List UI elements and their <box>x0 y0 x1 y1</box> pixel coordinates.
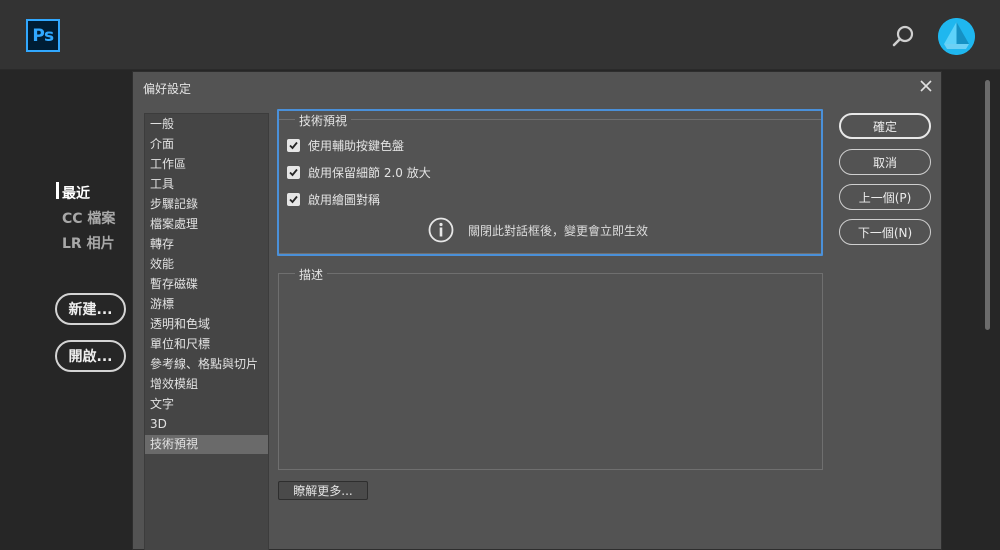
restart-notice: 關閉此對話框後，變更會立即生效 <box>428 217 648 243</box>
category-export[interactable]: 轉存 <box>145 235 268 254</box>
cancel-button[interactable]: 取消 <box>839 149 931 175</box>
open-file-button[interactable]: 開啟... <box>55 340 126 372</box>
next-button[interactable]: 下一個(N) <box>839 219 931 245</box>
previous-button[interactable]: 上一個(P) <box>839 184 931 210</box>
category-transparency-gamut[interactable]: 透明和色域 <box>145 315 268 334</box>
search-icon[interactable] <box>890 24 916 50</box>
checkbox-modifier-palette[interactable] <box>287 139 300 152</box>
category-units-rulers[interactable]: 單位和尺標 <box>145 335 268 354</box>
category-cursors[interactable]: 游標 <box>145 295 268 314</box>
user-avatar[interactable] <box>938 18 975 55</box>
nav-item-cc-files[interactable]: CC 檔案 <box>62 208 115 228</box>
checkbox-label: 啟用繪圖對稱 <box>308 193 381 207</box>
nav-item-lr-photos[interactable]: LR 相片 <box>62 233 115 253</box>
checkbox-row-paint-symmetry[interactable]: 啟用繪圖對稱 <box>287 191 380 208</box>
category-general[interactable]: 一般 <box>145 115 268 134</box>
learn-more-button[interactable]: 瞭解更多... <box>278 481 368 500</box>
close-icon[interactable] <box>918 78 934 94</box>
checkbox-row-modifier-palette[interactable]: 使用輔助按鍵色盤 <box>287 137 404 154</box>
checkmark-icon <box>289 168 298 177</box>
photoshop-logo: Ps <box>26 19 60 52</box>
home-right-area <box>942 70 1000 550</box>
category-technology-previews[interactable]: 技術預視 <box>145 435 268 454</box>
category-file-handling[interactable]: 檔案處理 <box>145 215 268 234</box>
checkbox-paint-symmetry[interactable] <box>287 193 300 206</box>
checkbox-row-preserve-details[interactable]: 啟用保留細節 2.0 放大 <box>287 164 431 181</box>
checkmark-icon <box>289 195 298 204</box>
category-3d[interactable]: 3D <box>145 415 268 434</box>
app-header: Ps <box>0 0 1000 70</box>
description-group-label: 描述 <box>295 266 328 283</box>
preferences-dialog: 偏好設定 一般 介面 工作區 工具 步驟記錄 檔案處理 轉存 效能 暫存磁碟 游… <box>132 71 942 550</box>
category-interface[interactable]: 介面 <box>145 135 268 154</box>
dialog-title: 偏好設定 <box>143 82 192 96</box>
category-history-log[interactable]: 步驟記錄 <box>145 195 268 214</box>
description-group <box>278 273 823 470</box>
category-guides-grid-slices[interactable]: 參考線、格點與切片 <box>145 355 268 374</box>
category-plugins[interactable]: 增效模組 <box>145 375 268 394</box>
category-tools[interactable]: 工具 <box>145 175 268 194</box>
category-performance[interactable]: 效能 <box>145 255 268 274</box>
checkbox-label: 使用輔助按鍵色盤 <box>308 139 405 153</box>
category-list: 一般 介面 工作區 工具 步驟記錄 檔案處理 轉存 效能 暫存磁碟 游標 透明和… <box>144 113 269 550</box>
nav-item-recent[interactable]: 最近 <box>62 183 90 203</box>
checkbox-preserve-details[interactable] <box>287 166 300 179</box>
scrollbar-thumb[interactable] <box>985 80 990 330</box>
category-scratch-disks[interactable]: 暫存磁碟 <box>145 275 268 294</box>
info-text: 關閉此對話框後，變更會立即生效 <box>468 223 649 238</box>
checkbox-label: 啟用保留細節 2.0 放大 <box>308 166 431 180</box>
avatar-icon <box>938 18 975 55</box>
new-file-button[interactable]: 新建... <box>55 293 126 325</box>
ok-button[interactable]: 確定 <box>839 113 931 139</box>
info-icon <box>428 217 454 243</box>
category-workspace[interactable]: 工作區 <box>145 155 268 174</box>
active-nav-indicator <box>56 182 59 199</box>
checkmark-icon <box>289 141 298 150</box>
category-type[interactable]: 文字 <box>145 395 268 414</box>
